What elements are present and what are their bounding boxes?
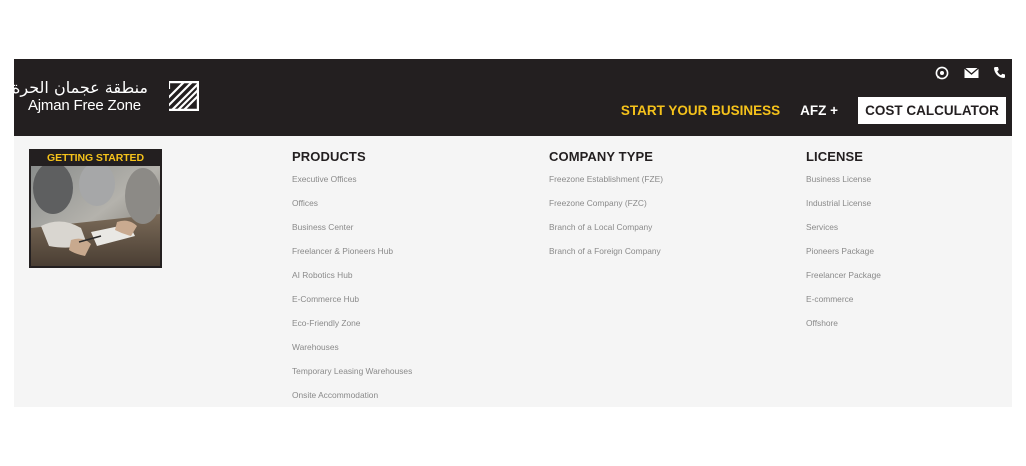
company-type-item[interactable]: Freezone Establishment (FZE) (549, 172, 663, 196)
getting-started-label: GETTING STARTED (47, 152, 144, 164)
products-column: PRODUCTS Executive Offices Offices Busin… (292, 149, 412, 412)
license-column: LICENSE Business License Industrial Lice… (806, 149, 881, 340)
company-type-heading: COMPANY TYPE (549, 149, 654, 164)
products-item[interactable]: Onsite Accommodation (292, 388, 412, 412)
products-item[interactable]: Warehouses (292, 340, 412, 364)
phone-icon[interactable] (993, 66, 1008, 80)
license-item[interactable]: Pioneers Package (806, 244, 881, 268)
license-item[interactable]: Services (806, 220, 881, 244)
logo[interactable]: منطقة عجمان الحرة Ajman Free Zone (12, 78, 199, 115)
license-item[interactable]: Freelancer Package (806, 268, 881, 292)
products-item[interactable]: Eco-Friendly Zone (292, 316, 412, 340)
getting-started-image (31, 166, 160, 266)
site-header: منطقة عجمان الحرة Ajman Free Zone START … (12, 59, 1012, 136)
license-item[interactable]: Business License (806, 172, 881, 196)
license-item[interactable]: Industrial License (806, 196, 881, 220)
products-item[interactable]: Freelancer & Pioneers Hub (292, 244, 412, 268)
company-type-column: COMPANY TYPE Freezone Establishment (FZE… (549, 149, 663, 268)
license-item[interactable]: E-commerce (806, 292, 881, 316)
products-item[interactable]: Temporary Leasing Warehouses (292, 364, 412, 388)
products-item[interactable]: Offices (292, 196, 412, 220)
license-item[interactable]: Offshore (806, 316, 881, 340)
company-type-item[interactable]: Branch of a Local Company (549, 220, 663, 244)
products-item[interactable]: E-Commerce Hub (292, 292, 412, 316)
company-type-item[interactable]: Branch of a Foreign Company (549, 244, 663, 268)
products-item[interactable]: Executive Offices (292, 172, 412, 196)
whatsapp-icon[interactable] (935, 66, 950, 80)
company-type-item[interactable]: Freezone Company (FZC) (549, 196, 663, 220)
products-item[interactable]: Business Center (292, 220, 412, 244)
mega-menu: GETTING STARTED PRODUCTS Executive Offic… (14, 136, 1012, 407)
start-your-business-link[interactable]: START YOUR BUSINESS (621, 103, 780, 118)
contact-icons (935, 66, 1008, 80)
mail-icon[interactable] (964, 66, 979, 80)
afz-plus-link[interactable]: AFZ + (800, 103, 838, 118)
main-nav: START YOUR BUSINESS AFZ + COST CALCULATO… (621, 97, 1006, 124)
cost-calculator-button[interactable]: COST CALCULATOR (858, 97, 1006, 124)
afz-stripes-logo-icon (169, 81, 199, 111)
logo-english-text: Ajman Free Zone (28, 97, 141, 114)
products-item[interactable]: AI Robotics Hub (292, 268, 412, 292)
license-heading: LICENSE (806, 149, 864, 164)
logo-arabic-text: منطقة عجمان الحرة (12, 78, 148, 97)
products-heading: PRODUCTS (292, 149, 366, 164)
getting-started-card[interactable]: GETTING STARTED (29, 149, 162, 268)
